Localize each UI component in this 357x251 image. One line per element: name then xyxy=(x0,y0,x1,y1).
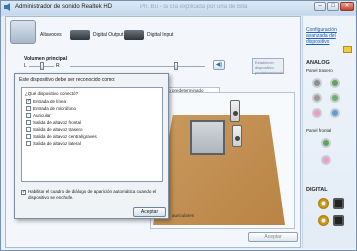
checkbox[interactable] xyxy=(26,141,31,146)
tab-digital-output-label: Digital Output xyxy=(93,32,124,38)
balance-right-label: R xyxy=(56,63,60,69)
mute-button[interactable]: ◀) xyxy=(213,60,225,70)
option-label: Salida de altavoz central/graves xyxy=(33,134,97,139)
jack-front-pink[interactable] xyxy=(321,155,331,165)
jack-rear-blue[interactable] xyxy=(330,108,340,118)
device-detection-dialog: Este dispositivo debe ser reconocido com… xyxy=(14,73,169,219)
option-label: Salida de altavoz lateral xyxy=(33,141,81,146)
checkbox[interactable] xyxy=(26,106,31,111)
tab-speakers[interactable]: Altavoces xyxy=(40,27,62,43)
tab-digital-input-label: Digital Input xyxy=(147,32,174,38)
tab-speakers-label: Altavoces xyxy=(40,32,62,38)
right-speaker-icon[interactable] xyxy=(232,125,242,147)
optical-port-icon[interactable] xyxy=(333,198,344,209)
optical-port-icon[interactable] xyxy=(333,215,344,226)
checkbox[interactable] xyxy=(21,189,26,195)
analog-title: ANALOG xyxy=(306,60,330,66)
option-label: Auricular xyxy=(33,113,51,118)
volume-slider-track xyxy=(70,66,205,67)
monitor-illustration xyxy=(190,120,225,155)
dialog-title: Este dispositivo debe ser reconocido com… xyxy=(19,77,116,83)
volume-slider[interactable] xyxy=(174,62,178,70)
option-label: Salida de altavoz trasero xyxy=(33,127,83,132)
option-line-in[interactable]: Entrada de línea xyxy=(26,98,66,105)
rear-panel-label: Panel trasero xyxy=(306,68,333,73)
jack-rear-green[interactable] xyxy=(330,78,340,88)
device-question-label: ¿Qué dispositivo conectó? xyxy=(25,91,79,96)
balance-left-label: L xyxy=(24,63,27,69)
right-speaker-icon[interactable] xyxy=(230,100,240,122)
front-panel-label: Panel frontal xyxy=(306,128,332,133)
folder-icon[interactable] xyxy=(343,46,352,53)
option-headphone[interactable]: Auricular xyxy=(26,112,51,119)
minimize-button[interactable]: – xyxy=(314,2,326,11)
advanced-config-link[interactable]: Configuración avanzada del dispositivo xyxy=(306,27,353,45)
option-center-sub[interactable]: Salida de altavoz central/graves xyxy=(26,133,97,140)
option-rear-speaker[interactable]: Salida de altavoz trasero xyxy=(26,126,83,133)
device-options-list: ¿Qué dispositivo conectó? Entrada de lín… xyxy=(21,87,163,182)
jack-front-green[interactable] xyxy=(321,138,331,148)
speaker-app-icon xyxy=(4,3,10,11)
coaxial-jack-icon[interactable] xyxy=(318,215,329,226)
jack-rear-silver[interactable] xyxy=(312,93,322,103)
option-label: Salida de altavoz frontal xyxy=(33,120,82,125)
tab-digital-input[interactable]: Digital Input xyxy=(124,27,173,43)
set-default-button[interactable]: Establecer dispositivo predeterminado xyxy=(252,58,284,75)
checkbox[interactable] xyxy=(26,134,31,139)
option-side-speaker[interactable]: Salida de altavoz lateral xyxy=(26,140,81,147)
checkbox[interactable] xyxy=(26,127,31,132)
checkbox[interactable] xyxy=(26,98,31,104)
ok-button[interactable]: Aceptar xyxy=(248,232,298,242)
digital-input-icon xyxy=(124,30,144,40)
close-button[interactable]: ✕ xyxy=(340,2,354,11)
accept-button[interactable]: Aceptar xyxy=(133,207,166,217)
option-front-speaker[interactable]: Salida de altavoz frontal xyxy=(26,119,81,126)
jack-rear-pink[interactable] xyxy=(312,108,322,118)
jack-rear-lime[interactable] xyxy=(330,93,340,103)
tab-digital-output[interactable]: Digital Output xyxy=(70,27,123,43)
option-mic-in[interactable]: Entrada de micrófono xyxy=(26,105,76,112)
auto-popup-option[interactable]: Habilitar el cuadro de diálogo de aparic… xyxy=(21,189,164,201)
auto-popup-label: Habilitar el cuadro de diálogo de aparic… xyxy=(28,189,157,200)
option-label: Entrada de micrófono xyxy=(33,106,77,111)
digital-title: DIGITAL xyxy=(306,187,328,193)
headphones-label: auriculares xyxy=(172,213,195,218)
main-volume-label: Volumen principal xyxy=(24,56,67,62)
speakers-device-icon[interactable] xyxy=(10,20,36,44)
option-label: Entrada de línea xyxy=(33,99,67,104)
checkbox[interactable] xyxy=(26,120,31,125)
background-window-title: Ph. Bu - la cra explicada por una de Bit… xyxy=(140,4,248,10)
window-title: Administrador de sonido Realtek HD xyxy=(15,4,113,10)
coaxial-jack-icon[interactable] xyxy=(318,198,329,209)
maximize-button[interactable]: □ xyxy=(327,2,339,11)
jack-rear-gray[interactable] xyxy=(312,78,322,88)
checkbox[interactable] xyxy=(26,113,31,118)
title-bar[interactable]: Administrador de sonido Realtek HD Ph. B… xyxy=(0,0,357,15)
balance-slider[interactable] xyxy=(40,62,44,70)
digital-output-icon xyxy=(70,30,90,40)
